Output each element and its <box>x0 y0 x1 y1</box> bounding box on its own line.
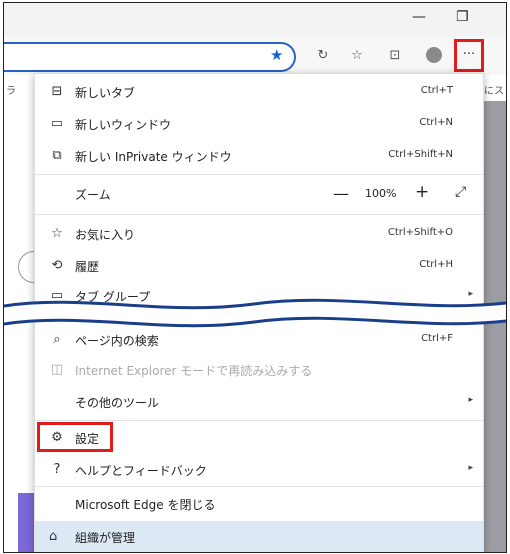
zoom-in-button[interactable]: + <box>415 182 429 202</box>
collections-icon[interactable]: ⊡ <box>386 47 404 65</box>
refresh-shield-icon[interactable]: ↻ <box>314 47 332 65</box>
menu-separator <box>35 420 483 421</box>
menu-separator <box>35 174 483 175</box>
torn-edge-break <box>4 298 506 328</box>
favorites-icon: ☆ <box>51 226 63 241</box>
menu-item-label: お気に入り <box>75 228 136 242</box>
menu-item-label: 新しいタブ <box>75 86 136 100</box>
profile-avatar[interactable] <box>426 47 442 63</box>
history-icon: ⟲ <box>51 258 63 273</box>
address-bar[interactable]: ★ <box>4 42 296 72</box>
menu-item-shortcut: Ctrl+T <box>420 85 453 96</box>
favorite-star-icon[interactable]: ★ <box>270 47 286 63</box>
menu-item-label: ズーム <box>75 188 111 202</box>
menu-item-history[interactable]: ⟲ 履歴 Ctrl+H <box>35 250 483 282</box>
restore-button[interactable]: ❐ <box>456 9 469 25</box>
menu-item-help[interactable]: ? ヘルプとフィードバック ▸ <box>35 454 483 486</box>
menu-item-more-tools[interactable]: その他のツール ▸ <box>35 386 483 418</box>
submenu-arrow-icon: ▸ <box>468 395 473 405</box>
menu-item-favorites[interactable]: ☆ お気に入り Ctrl+Shift+O <box>35 218 483 250</box>
managed-label: 組織が管理 <box>75 531 136 545</box>
menu-item-new-tab[interactable]: ⊟ 新しいタブ Ctrl+T <box>35 76 483 108</box>
menu-separator <box>35 214 483 215</box>
briefcase-icon: ⌂ <box>49 529 58 544</box>
submenu-arrow-icon: ▸ <box>468 463 473 473</box>
menu-item-shortcut: Ctrl+H <box>419 259 453 270</box>
favorites-bar-icon[interactable]: ☆ <box>348 47 366 65</box>
menu-item-ie-mode: ◫ Internet Explorer モードで再読み込みする <box>35 354 483 386</box>
menu-item-label: Internet Explorer モードで再読み込みする <box>75 364 313 378</box>
menu-item-new-inprivate[interactable]: ⧉ 新しい InPrivate ウィンドウ Ctrl+Shift+N <box>35 140 483 172</box>
menu-item-shortcut: Ctrl+N <box>419 117 453 128</box>
settings-highlight-box <box>37 422 113 452</box>
menu-item-shortcut: Ctrl+Shift+N <box>388 149 453 160</box>
new-tab-icon: ⊟ <box>51 84 63 99</box>
menu-item-label: Microsoft Edge を閉じる <box>75 498 216 512</box>
inprivate-icon: ⧉ <box>52 148 62 163</box>
menu-item-shortcut: Ctrl+Shift+O <box>387 227 453 238</box>
help-icon: ? <box>53 462 61 477</box>
new-window-icon: ▭ <box>50 116 64 131</box>
settings-and-more-button[interactable]: ··· <box>454 39 484 72</box>
browser-window: — ❐ ★ ↻ ☆ ⊡ ··· ラ にス ⊟ 新しいタブ Ctrl+T ▭ 新し… <box>3 2 507 553</box>
title-bar: — ❐ <box>4 3 506 37</box>
menu-separator <box>35 486 483 487</box>
minimize-button[interactable]: — <box>412 9 426 25</box>
page-text-right: にス <box>484 86 504 97</box>
zoom-level: 100% <box>365 187 397 200</box>
menu-item-label: 新しいウィンドウ <box>75 118 172 132</box>
menu-item-new-window[interactable]: ▭ 新しいウィンドウ Ctrl+N <box>35 108 483 140</box>
managed-by-organization[interactable]: ⌂ 組織が管理 <box>35 521 483 552</box>
menu-item-zoom: ズーム — 100% + ⤢ <box>35 178 483 210</box>
menu-item-label: 履歴 <box>75 260 100 274</box>
menu-item-label: 新しい InPrivate ウィンドウ <box>75 150 232 164</box>
menu-item-label: ヘルプとフィードバック <box>75 464 207 478</box>
fullscreen-icon[interactable]: ⤢ <box>455 184 466 200</box>
page-text-left: ラ <box>6 86 16 97</box>
ie-mode-icon: ◫ <box>50 362 64 377</box>
zoom-out-button[interactable]: — <box>333 184 349 203</box>
menu-item-label: その他のツール <box>75 396 160 410</box>
menu-item-close-edge[interactable]: Microsoft Edge を閉じる <box>35 488 483 520</box>
